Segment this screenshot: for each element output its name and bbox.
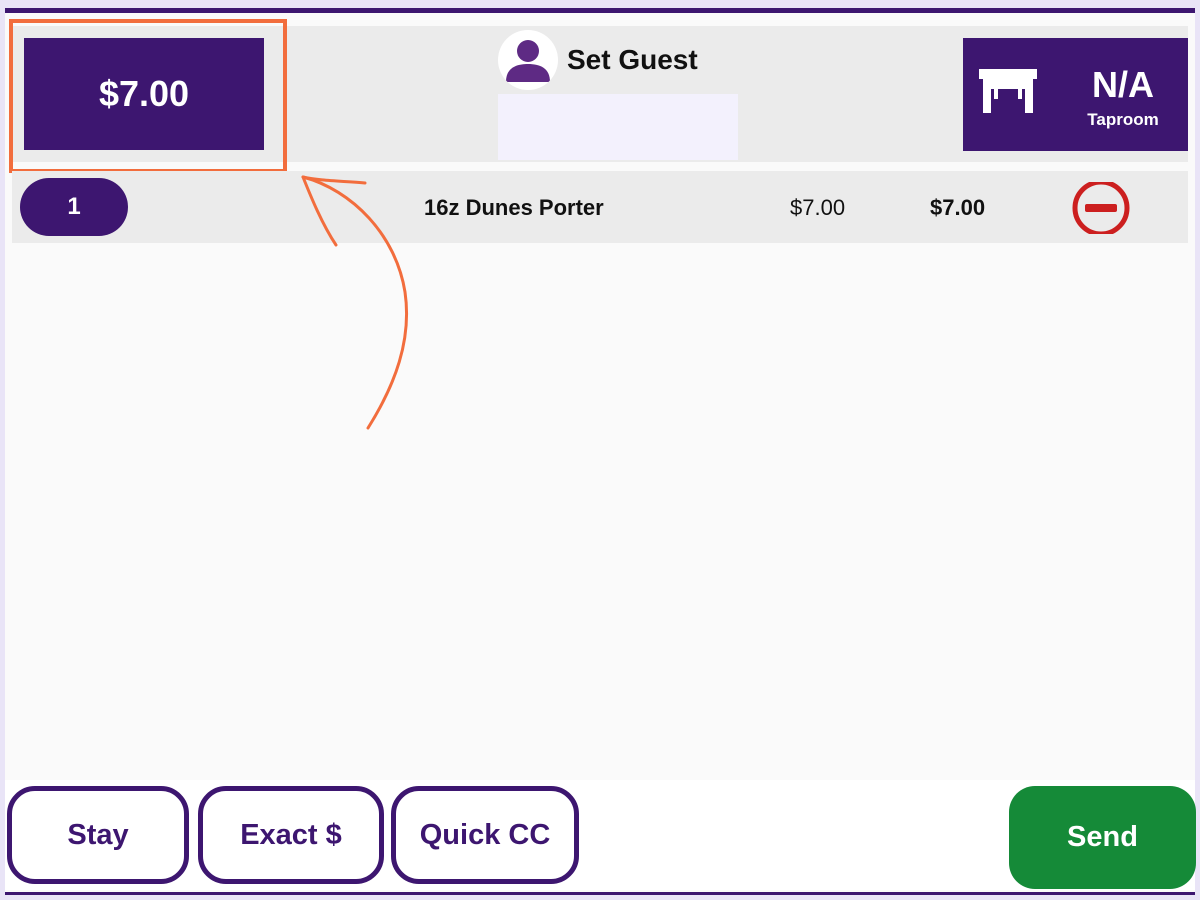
- order-total-button[interactable]: $7.00: [24, 38, 264, 150]
- bottom-accent-bar: [5, 892, 1195, 895]
- set-guest-button[interactable]: Set Guest: [567, 44, 698, 76]
- minus-circle-icon: [1072, 179, 1130, 237]
- quantity-pill[interactable]: 1: [20, 178, 128, 236]
- order-total-label: $7.00: [98, 73, 190, 114]
- table-select-button[interactable]: N/A Taproom: [963, 38, 1188, 151]
- stay-button[interactable]: Stay: [7, 786, 189, 884]
- quick-cc-button[interactable]: Quick CC: [391, 786, 579, 884]
- send-button[interactable]: Send: [1009, 786, 1196, 889]
- order-line-row[interactable]: 1 16z Dunes Porter $7.00 $7.00: [12, 171, 1188, 243]
- item-name: 16z Dunes Porter: [424, 195, 604, 220]
- line-total: $7.00: [930, 195, 986, 220]
- table-icon: [979, 69, 1037, 113]
- exact-cash-button[interactable]: Exact $: [198, 786, 384, 884]
- guest-avatar[interactable]: [498, 30, 558, 90]
- unit-price: $7.00: [790, 195, 846, 220]
- remove-item-button[interactable]: [1070, 179, 1132, 237]
- table-area: Taproom: [1087, 110, 1159, 129]
- table-name: N/A: [1092, 64, 1154, 105]
- guest-name-field[interactable]: [498, 94, 738, 160]
- user-silhouette-icon: [506, 40, 550, 82]
